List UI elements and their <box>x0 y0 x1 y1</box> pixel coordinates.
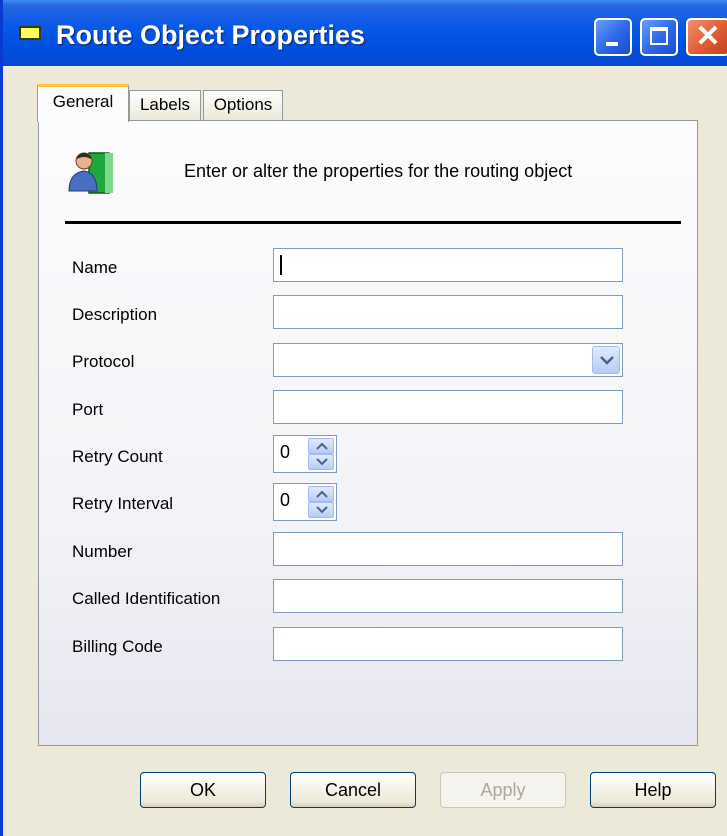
retry-count-up-button[interactable] <box>308 438 334 454</box>
protocol-select[interactable] <box>273 343 623 377</box>
retry-interval-value: 0 <box>280 490 291 510</box>
retry-interval-up-button[interactable] <box>308 486 334 502</box>
chevron-down-icon <box>316 458 328 466</box>
header-description: Enter or alter the properties for the ro… <box>184 161 573 181</box>
dialog-window: Route Object Properties ✕ General Labels… <box>0 0 727 836</box>
retry-interval-stepper[interactable]: 0 <box>273 483 337 521</box>
chevron-down-icon <box>316 506 328 514</box>
tab-labels[interactable]: Labels <box>129 90 201 120</box>
close-icon: ✕ <box>695 20 721 53</box>
maximize-icon <box>650 27 668 45</box>
header-divider <box>65 221 681 224</box>
billing-code-label: Billing Code <box>72 637 163 656</box>
retry-interval-label: Retry Interval <box>72 494 174 513</box>
chevron-up-icon <box>316 442 328 450</box>
title-bar[interactable]: Route Object Properties ✕ <box>3 0 727 66</box>
port-input[interactable] <box>273 390 623 424</box>
general-tab-panel: Enter or alter the properties for the ro… <box>38 120 698 746</box>
description-input[interactable] <box>273 295 623 329</box>
called-identification-label: Called Identification <box>72 589 221 608</box>
ok-button[interactable]: OK <box>140 772 266 808</box>
help-button[interactable]: Help <box>590 772 716 808</box>
number-input[interactable] <box>273 532 623 566</box>
called-identification-input[interactable] <box>273 579 623 613</box>
billing-code-input[interactable] <box>273 627 623 661</box>
window-icon <box>19 26 41 40</box>
protocol-label: Protocol <box>72 352 135 371</box>
name-label: Name <box>72 258 118 277</box>
tab-general[interactable]: General <box>37 84 129 122</box>
description-label: Description <box>72 305 158 324</box>
port-label: Port <box>72 400 104 419</box>
protocol-dropdown-button[interactable] <box>592 346 620 374</box>
retry-count-stepper[interactable]: 0 <box>273 435 337 473</box>
maximize-button[interactable] <box>640 18 678 56</box>
apply-button[interactable]: Apply <box>440 772 566 808</box>
window-title: Route Object Properties <box>56 20 366 50</box>
chevron-up-icon <box>316 490 328 498</box>
close-button[interactable]: ✕ <box>686 18 727 56</box>
number-label: Number <box>72 542 133 561</box>
minimize-button[interactable] <box>594 18 632 56</box>
minimize-icon <box>606 42 618 46</box>
chevron-down-icon <box>600 356 614 365</box>
cancel-button[interactable]: Cancel <box>290 772 416 808</box>
users-book-icon <box>68 152 113 194</box>
retry-count-label: Retry Count <box>72 447 163 466</box>
name-input[interactable] <box>273 248 623 282</box>
tab-options[interactable]: Options <box>203 90 283 120</box>
text-caret <box>280 255 282 275</box>
retry-count-down-button[interactable] <box>308 454 334 470</box>
retry-count-value: 0 <box>280 442 291 462</box>
retry-interval-down-button[interactable] <box>308 502 334 518</box>
